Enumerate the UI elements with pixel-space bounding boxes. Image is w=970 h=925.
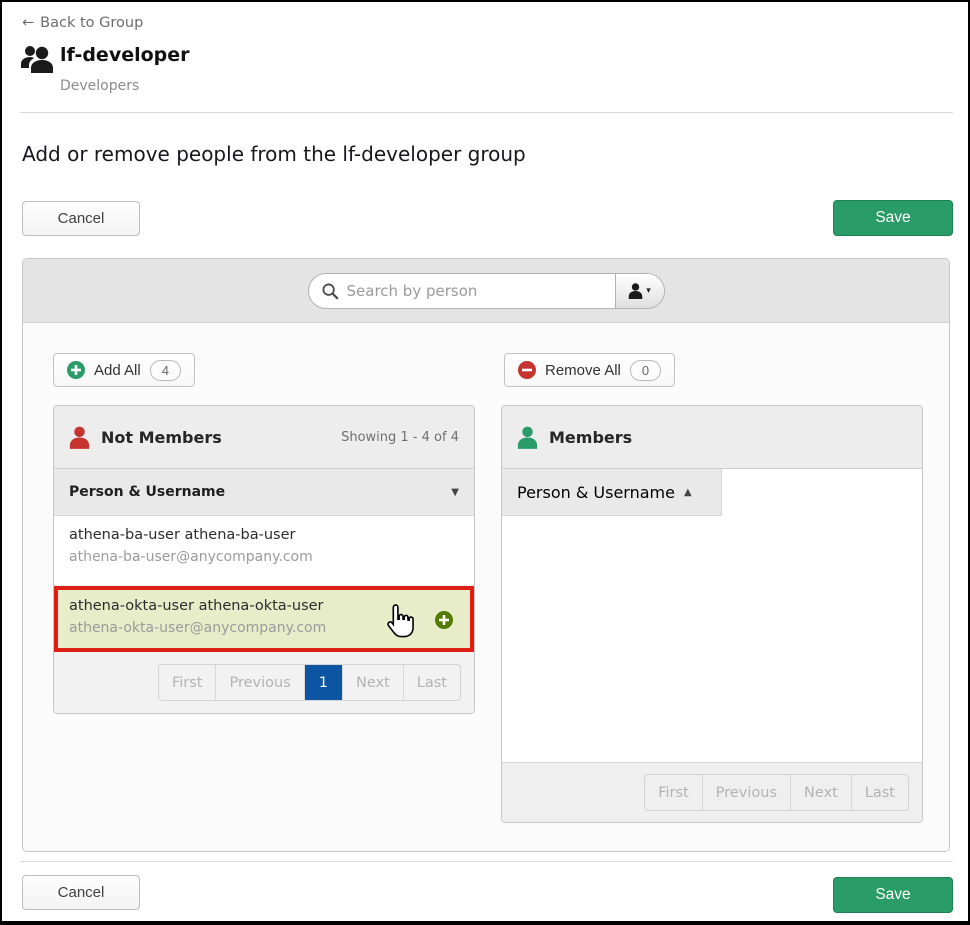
back-link-label: Back to Group (40, 15, 143, 31)
person-email: athena-ba-user@anycompany.com (69, 549, 459, 565)
cancel-button-bottom[interactable]: Cancel (22, 875, 140, 910)
not-members-footer: First Previous 1 Next Last (54, 652, 474, 713)
not-members-title: Not Members (101, 428, 222, 447)
not-members-column-header[interactable]: Person & Username ▼ (54, 469, 474, 516)
not-members-pagination: First Previous 1 Next Last (158, 664, 461, 701)
members-empty-list (502, 516, 922, 762)
not-members-showing-count: Showing 1 - 4 of 4 (341, 430, 459, 445)
add-person-icon[interactable] (435, 611, 453, 629)
members-header: Members (502, 406, 922, 469)
members-column-header[interactable]: Person & Username ▲ (502, 469, 722, 516)
search-icon (321, 282, 339, 300)
search-type-dropdown[interactable]: ▾ (615, 274, 664, 308)
header-divider (20, 112, 953, 113)
search-pill: ▾ (308, 273, 665, 309)
members-column-header-row: Person & Username ▲ (502, 469, 922, 516)
page-title: Add or remove people from the lf-develop… (22, 142, 526, 166)
pagination-previous-button[interactable]: Previous (216, 665, 304, 700)
panel-body: Add All 4 Remove All 0 (23, 323, 949, 852)
sort-ascending-icon: ▲ (684, 487, 692, 498)
person-row-athena-ba-user[interactable]: athena-ba-user athena-ba-user athena-ba-… (54, 516, 474, 586)
remove-all-button[interactable]: Remove All 0 (504, 353, 675, 387)
back-arrow-icon: ← (22, 15, 34, 31)
remove-all-label: Remove All (545, 362, 621, 379)
footer-divider (20, 861, 953, 862)
person-icon (628, 283, 643, 299)
search-input[interactable] (339, 282, 615, 300)
minus-circle-icon (518, 361, 536, 379)
remove-all-count-badge: 0 (630, 360, 661, 381)
plus-circle-icon (67, 361, 85, 379)
pagination-next-button[interactable]: Next (791, 775, 852, 810)
not-members-card: Not Members Showing 1 - 4 of 4 Person & … (53, 405, 475, 714)
not-members-header: Not Members Showing 1 - 4 of 4 (54, 406, 474, 469)
back-to-group-link[interactable]: ← Back to Group (22, 15, 143, 31)
add-all-label: Add All (94, 362, 141, 379)
cancel-button-top[interactable]: Cancel (22, 201, 140, 236)
cursor-hand-icon (385, 602, 415, 640)
chevron-down-icon: ▾ (646, 286, 651, 296)
members-footer: First Previous Next Last (502, 762, 922, 822)
pagination-previous-button[interactable]: Previous (703, 775, 791, 810)
person-row-athena-okta-user-highlighted[interactable]: athena-okta-user athena-okta-user athena… (54, 586, 474, 652)
column-header-label: Person & Username (69, 484, 225, 500)
pagination-next-button[interactable]: Next (343, 665, 404, 700)
members-person-icon (517, 426, 538, 449)
pagination-last-button[interactable]: Last (852, 775, 908, 810)
add-all-button[interactable]: Add All 4 (53, 353, 195, 387)
members-pagination: First Previous Next Last (644, 774, 909, 811)
search-toolbar: ▾ (23, 259, 949, 323)
save-button-bottom[interactable]: Save (833, 877, 953, 913)
members-title: Members (549, 428, 632, 447)
column-header-label: Person & Username (517, 483, 675, 502)
person-name: athena-ba-user athena-ba-user (69, 527, 459, 543)
not-members-person-icon (69, 426, 90, 449)
people-picker-panel: ▾ Add All 4 Remove Al (22, 258, 950, 852)
pagination-first-button[interactable]: First (645, 775, 703, 810)
group-subtitle: Developers (60, 78, 139, 94)
group-name: lf-developer (60, 44, 190, 66)
group-icon (20, 44, 58, 74)
sort-descending-icon: ▼ (451, 487, 459, 498)
add-all-count-badge: 4 (150, 360, 181, 381)
pagination-last-button[interactable]: Last (404, 665, 460, 700)
group-people-editor-window: ← Back to Group lf-developer Developers A… (0, 0, 970, 925)
members-card: Members Person & Username ▲ First Previo… (501, 405, 923, 823)
save-button-top[interactable]: Save (833, 200, 953, 236)
pagination-first-button[interactable]: First (159, 665, 217, 700)
pagination-page-1-button[interactable]: 1 (305, 665, 343, 700)
